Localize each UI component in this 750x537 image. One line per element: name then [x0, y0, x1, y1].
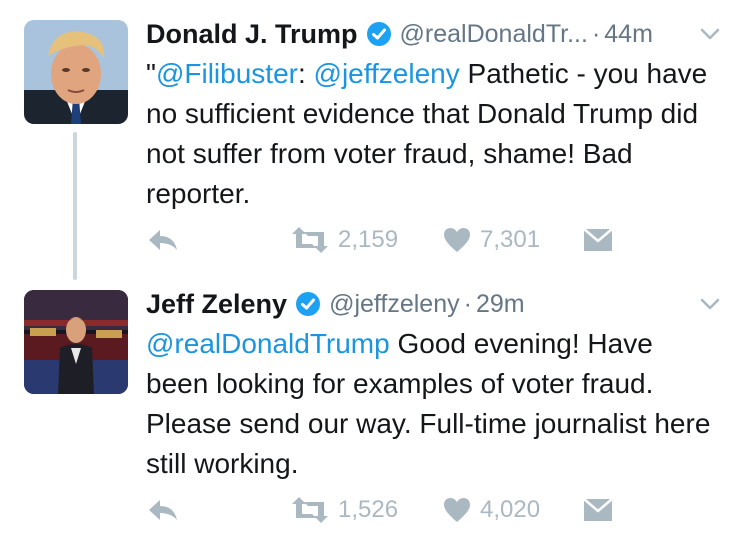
retweet-count: 2,159: [338, 226, 399, 253]
retweet-button[interactable]: 2,159: [290, 220, 398, 260]
mention-link[interactable]: @realDonaldTrump: [146, 328, 390, 359]
like-button[interactable]: 4,020: [442, 490, 540, 530]
reply-icon: [146, 226, 180, 254]
author-name[interactable]: Donald J. Trump: [146, 19, 358, 50]
tweet-header: Donald J. Trump @realDonaldTr... · 44m: [146, 14, 722, 54]
verified-badge-icon: [366, 21, 392, 47]
tweet-header: Jeff Zeleny @jeffzeleny · 29m: [146, 284, 722, 324]
tweet-text-part: :: [297, 58, 314, 89]
timestamp[interactable]: 29m: [476, 290, 525, 319]
heart-icon: [442, 226, 472, 254]
separator-dot: ·: [591, 19, 601, 48]
tweet-text: "@Filibuster: @jeffzeleny Pathetic - you…: [146, 54, 720, 214]
verified-badge-icon: [295, 291, 321, 317]
direct-message-button[interactable]: [582, 490, 614, 530]
thread-line: [73, 132, 77, 280]
tweet-text: @realDonaldTrump Good evening! Have been…: [146, 324, 720, 484]
tweet-text-part: ": [146, 58, 156, 89]
heart-icon: [442, 496, 472, 524]
avatar-photo: [24, 20, 128, 124]
author-handle[interactable]: @jeffzeleny: [329, 290, 460, 319]
mention-link[interactable]: @jeffzeleny: [314, 58, 460, 89]
direct-message-button[interactable]: [582, 220, 614, 260]
envelope-icon: [582, 497, 614, 523]
mention-link[interactable]: @Filibuster: [156, 58, 298, 89]
timestamp[interactable]: 44m: [604, 20, 653, 49]
avatar-photo: [24, 290, 128, 394]
like-count: 4,020: [480, 496, 541, 523]
like-count: 7,301: [480, 226, 541, 253]
separator-dot: ·: [463, 289, 472, 318]
like-button[interactable]: 7,301: [442, 220, 540, 260]
retweet-count: 1,526: [338, 496, 399, 523]
retweet-icon: [290, 496, 330, 524]
chevron-down-icon[interactable]: [698, 22, 722, 46]
tweet-actions: 2,159 7,301: [146, 220, 750, 260]
tweet-jeff-zeleny[interactable]: Jeff Zeleny @jeffzeleny · 29m @realDonal…: [0, 280, 750, 537]
tweet-actions: 1,526 4,020: [146, 490, 750, 530]
author-handle[interactable]: @realDonaldTr...: [400, 20, 588, 49]
retweet-icon: [290, 226, 330, 254]
tweet-donald-trump[interactable]: Donald J. Trump @realDonaldTr... · 44m "…: [0, 0, 750, 280]
reply-button[interactable]: [146, 220, 180, 260]
reply-icon: [146, 496, 180, 524]
envelope-icon: [582, 227, 614, 253]
retweet-button[interactable]: 1,526: [290, 490, 398, 530]
avatar[interactable]: [24, 20, 128, 124]
avatar[interactable]: [24, 290, 128, 394]
reply-button[interactable]: [146, 490, 180, 530]
author-name[interactable]: Jeff Zeleny: [146, 289, 287, 320]
chevron-down-icon[interactable]: [698, 292, 722, 316]
